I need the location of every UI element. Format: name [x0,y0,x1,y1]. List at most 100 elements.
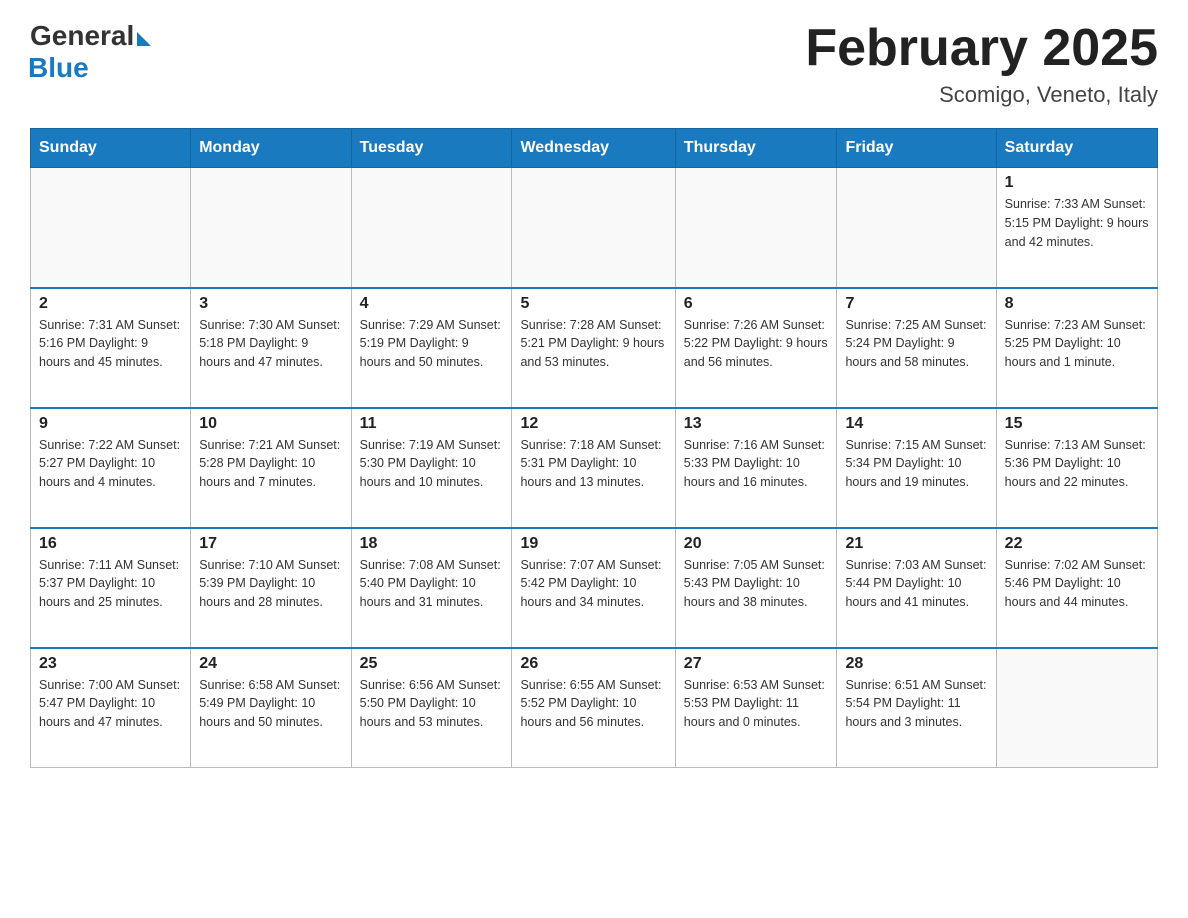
day-info: Sunrise: 7:26 AM Sunset: 5:22 PM Dayligh… [684,316,829,372]
calendar-cell [31,168,191,288]
day-info: Sunrise: 7:10 AM Sunset: 5:39 PM Dayligh… [199,556,342,612]
calendar-cell: 13Sunrise: 7:16 AM Sunset: 5:33 PM Dayli… [675,408,837,528]
day-number: 15 [1005,415,1149,433]
day-number: 10 [199,415,342,433]
calendar-cell: 23 Sunrise: 7:00 AM Sunset: 5:47 PM Dayli… [31,648,191,768]
day-number: 3 [199,295,342,313]
day-info: Sunrise: 7:02 AM Sunset: 5:46 PM Dayligh… [1005,556,1149,612]
day-number: 9 [39,415,182,433]
day-number: 25 [360,655,504,673]
month-title: February 2025 [805,20,1158,77]
calendar-cell: 27 Sunrise: 6:53 AM Sunset: 5:53 PM Dayli… [675,648,837,768]
day-number: 26 [520,655,666,673]
day-number: 5 [520,295,666,313]
week-row: 23 Sunrise: 7:00 AM Sunset: 5:47 PM Dayli… [31,648,1158,768]
location-label: Scomigo, Veneto, Italy [805,82,1158,108]
day-info: Sunrise: 7:23 AM Sunset: 5:25 PM Dayligh… [1005,316,1149,372]
day-number: 2 [39,295,182,313]
calendar-cell: 19Sunrise: 7:07 AM Sunset: 5:42 PM Dayli… [512,528,675,648]
day-info: Sunrise: 7:07 AM Sunset: 5:42 PM Dayligh… [520,556,666,612]
day-info: Sunrise: 6:51 AM Sunset: 5:54 PM Dayligh… [845,676,987,732]
day-info: Sunrise: 7:28 AM Sunset: 5:21 PM Dayligh… [520,316,666,372]
week-row: 2Sunrise: 7:31 AM Sunset: 5:16 PM Daylig… [31,288,1158,408]
calendar-cell: 15 Sunrise: 7:13 AM Sunset: 5:36 PM Dayli… [996,408,1157,528]
day-number: 18 [360,535,504,553]
calendar-cell: 10 Sunrise: 7:21 AM Sunset: 5:28 PM Dayli… [191,408,351,528]
calendar-header: SundayMondayTuesdayWednesdayThursdayFrid… [31,129,1158,168]
day-info: Sunrise: 7:05 AM Sunset: 5:43 PM Dayligh… [684,556,829,612]
day-info: Sunrise: 7:08 AM Sunset: 5:40 PM Dayligh… [360,556,504,612]
day-number: 12 [520,415,666,433]
calendar-cell: 18 Sunrise: 7:08 AM Sunset: 5:40 PM Dayli… [351,528,512,648]
calendar-cell [837,168,996,288]
calendar-table: SundayMondayTuesdayWednesdayThursdayFrid… [30,128,1158,768]
calendar-body: 1 Sunrise: 7:33 AM Sunset: 5:15 PM Daylig… [31,168,1158,768]
day-info: Sunrise: 7:18 AM Sunset: 5:31 PM Dayligh… [520,436,666,492]
page-header: General Blue February 2025 Scomigo, Vene… [30,20,1158,108]
calendar-cell: 12 Sunrise: 7:18 AM Sunset: 5:31 PM Dayli… [512,408,675,528]
day-number: 23 [39,655,182,673]
day-info: Sunrise: 7:33 AM Sunset: 5:15 PM Dayligh… [1005,195,1149,251]
logo-arrow-icon [137,32,151,46]
logo-text: General [30,20,151,52]
calendar-cell: 4 Sunrise: 7:29 AM Sunset: 5:19 PM Daylig… [351,288,512,408]
week-row: 1 Sunrise: 7:33 AM Sunset: 5:15 PM Daylig… [31,168,1158,288]
day-number: 21 [845,535,987,553]
day-info: Sunrise: 7:13 AM Sunset: 5:36 PM Dayligh… [1005,436,1149,492]
day-info: Sunrise: 7:19 AM Sunset: 5:30 PM Dayligh… [360,436,504,492]
day-number: 13 [684,415,829,433]
day-info: Sunrise: 7:00 AM Sunset: 5:47 PM Dayligh… [39,676,182,732]
day-info: Sunrise: 7:30 AM Sunset: 5:18 PM Dayligh… [199,316,342,372]
day-info: Sunrise: 6:56 AM Sunset: 5:50 PM Dayligh… [360,676,504,732]
day-number: 24 [199,655,342,673]
calendar-cell: 17 Sunrise: 7:10 AM Sunset: 5:39 PM Dayli… [191,528,351,648]
week-row: 16 Sunrise: 7:11 AM Sunset: 5:37 PM Dayli… [31,528,1158,648]
calendar-cell: 9Sunrise: 7:22 AM Sunset: 5:27 PM Daylig… [31,408,191,528]
day-number: 28 [845,655,987,673]
calendar-cell: 7 Sunrise: 7:25 AM Sunset: 5:24 PM Daylig… [837,288,996,408]
calendar-cell: 25 Sunrise: 6:56 AM Sunset: 5:50 PM Dayli… [351,648,512,768]
calendar-cell: 24 Sunrise: 6:58 AM Sunset: 5:49 PM Dayli… [191,648,351,768]
day-number: 14 [845,415,987,433]
header-row: SundayMondayTuesdayWednesdayThursdayFrid… [31,129,1158,168]
calendar-cell: 16 Sunrise: 7:11 AM Sunset: 5:37 PM Dayli… [31,528,191,648]
calendar-cell: 14 Sunrise: 7:15 AM Sunset: 5:34 PM Dayli… [837,408,996,528]
day-number: 6 [684,295,829,313]
day-info: Sunrise: 6:53 AM Sunset: 5:53 PM Dayligh… [684,676,829,732]
day-number: 22 [1005,535,1149,553]
day-info: Sunrise: 7:03 AM Sunset: 5:44 PM Dayligh… [845,556,987,612]
day-number: 17 [199,535,342,553]
logo-general-text: General [30,20,134,52]
day-info: Sunrise: 7:29 AM Sunset: 5:19 PM Dayligh… [360,316,504,372]
day-number: 16 [39,535,182,553]
day-number: 4 [360,295,504,313]
day-number: 27 [684,655,829,673]
calendar-cell: 22 Sunrise: 7:02 AM Sunset: 5:46 PM Dayli… [996,528,1157,648]
day-info: Sunrise: 7:21 AM Sunset: 5:28 PM Dayligh… [199,436,342,492]
day-info: Sunrise: 6:55 AM Sunset: 5:52 PM Dayligh… [520,676,666,732]
day-info: Sunrise: 7:15 AM Sunset: 5:34 PM Dayligh… [845,436,987,492]
logo-blue-text: Blue [28,52,89,84]
week-row: 9Sunrise: 7:22 AM Sunset: 5:27 PM Daylig… [31,408,1158,528]
calendar-cell: 11Sunrise: 7:19 AM Sunset: 5:30 PM Dayli… [351,408,512,528]
calendar-cell: 28 Sunrise: 6:51 AM Sunset: 5:54 PM Dayli… [837,648,996,768]
day-number: 7 [845,295,987,313]
day-of-week-header: Monday [191,129,351,168]
calendar-cell [996,648,1157,768]
calendar-cell [351,168,512,288]
day-of-week-header: Saturday [996,129,1157,168]
calendar-cell [675,168,837,288]
calendar-cell: 5 Sunrise: 7:28 AM Sunset: 5:21 PM Daylig… [512,288,675,408]
day-number: 8 [1005,295,1149,313]
logo: General Blue [30,20,151,84]
day-of-week-header: Friday [837,129,996,168]
day-number: 1 [1005,174,1149,192]
day-of-week-header: Thursday [675,129,837,168]
day-info: Sunrise: 6:58 AM Sunset: 5:49 PM Dayligh… [199,676,342,732]
day-number: 20 [684,535,829,553]
calendar-cell: 3 Sunrise: 7:30 AM Sunset: 5:18 PM Daylig… [191,288,351,408]
day-of-week-header: Sunday [31,129,191,168]
calendar-cell: 6 Sunrise: 7:26 AM Sunset: 5:22 PM Daylig… [675,288,837,408]
day-info: Sunrise: 7:25 AM Sunset: 5:24 PM Dayligh… [845,316,987,372]
day-info: Sunrise: 7:11 AM Sunset: 5:37 PM Dayligh… [39,556,182,612]
